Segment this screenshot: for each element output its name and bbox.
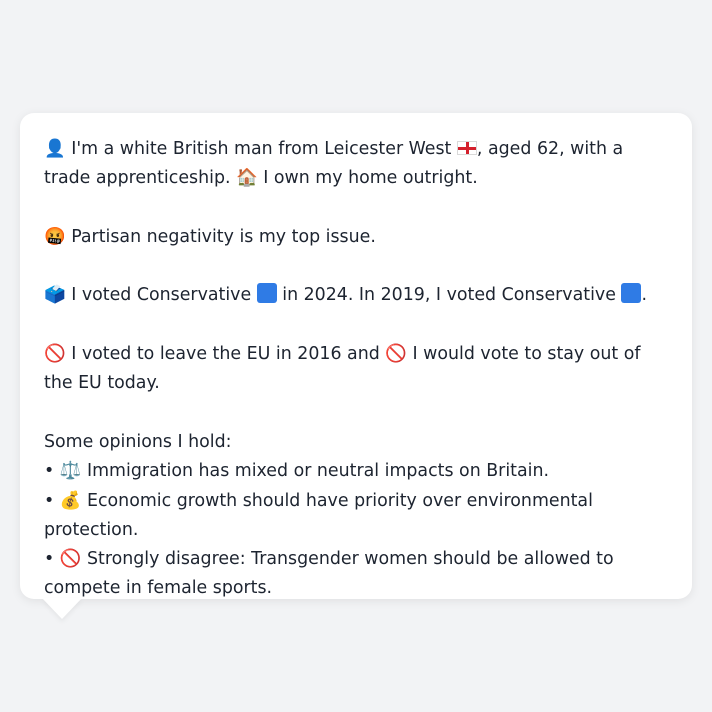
eu-text-1: I voted to leave the EU in 2016 and — [71, 344, 380, 365]
vote-paragraph: 🗳️ I voted Conservative in 2024. In 2019… — [44, 281, 668, 310]
opinion-text: Strongly disagree: Transgender women sho… — [44, 549, 614, 599]
blue-square-icon — [256, 283, 277, 304]
intro-paragraph: 👤 I'm a white British man from Leicester… — [44, 135, 668, 194]
blue-square-icon — [621, 283, 642, 304]
vote-text-1: I voted Conservative — [71, 285, 252, 306]
opinion-text: Economic growth should have priority ove… — [44, 490, 593, 540]
prohibited-icon: 🚫 — [385, 344, 407, 365]
bullet: • — [44, 549, 55, 570]
opinion-text: Immigration has mixed or neutral impacts… — [86, 461, 550, 482]
issue-text: Partisan negativity is my top issue. — [71, 226, 376, 247]
opinions-heading: Some opinions I hold: — [44, 431, 232, 452]
ballot-box-icon: 🗳️ — [44, 285, 66, 306]
persona-card: 👤 I'm a white British man from Leicester… — [20, 113, 692, 599]
person-icon: 👤 — [44, 139, 66, 159]
england-flag-icon — [456, 141, 477, 155]
opinions-section: Some opinions I hold: • ⚖️ Immigration h… — [44, 428, 668, 604]
vote-text-3: . — [641, 285, 647, 306]
angry-face-icon: 🤬 — [44, 226, 66, 247]
eu-paragraph: 🚫 I voted to leave the EU in 2016 and 🚫 … — [44, 340, 668, 399]
intro-text-1: I'm a white British man from Leicester W… — [71, 139, 452, 159]
intro-text-3: I own my home outright. — [263, 168, 478, 189]
prohibited-icon: 🚫 — [59, 549, 82, 570]
house-icon: 🏠 — [236, 168, 258, 189]
balance-scale-icon: ⚖️ — [59, 461, 82, 482]
opinion-item: • ⚖️ Immigration has mixed or neutral im… — [44, 457, 668, 486]
prohibited-icon: 🚫 — [44, 344, 66, 365]
opinion-item: • 🚫 Strongly disagree: Transgender women… — [44, 545, 668, 604]
money-bag-icon: 💰 — [59, 490, 82, 511]
issue-paragraph: 🤬 Partisan negativity is my top issue. — [44, 223, 668, 252]
speech-bubble-tail — [42, 598, 82, 619]
opinion-item: • 💰 Economic growth should have priority… — [44, 487, 668, 546]
bullet: • — [44, 490, 55, 511]
vote-text-2: in 2024. In 2019, I voted Conservative — [282, 285, 616, 306]
bullet: • — [44, 461, 55, 482]
